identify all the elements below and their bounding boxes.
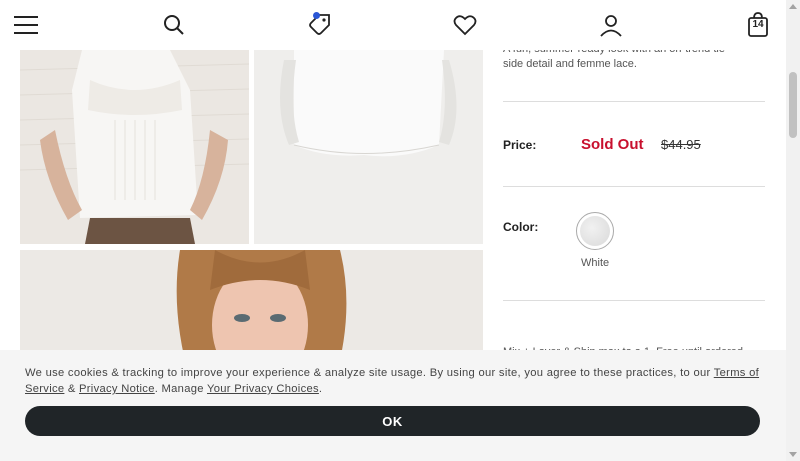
- period-text: .: [318, 383, 323, 395]
- product-image-back-graphic: [20, 50, 249, 244]
- privacy-choices-link[interactable]: Your Privacy Choices: [207, 383, 319, 395]
- scroll-down-arrow-icon[interactable]: [789, 452, 797, 457]
- menu-icon[interactable]: [13, 12, 39, 38]
- manage-text: . Manage: [154, 383, 204, 395]
- product-image-back[interactable]: [20, 50, 249, 244]
- scrollbar-thumb[interactable]: [789, 72, 797, 138]
- bag-count: 14: [752, 19, 764, 30]
- heart-icon[interactable]: [452, 12, 478, 38]
- divider: [503, 186, 765, 187]
- color-label: Color:: [503, 220, 539, 234]
- price-label: Price:: [503, 138, 537, 152]
- cookie-banner: We use cookies & tracking to improve you…: [0, 350, 786, 461]
- account-icon[interactable]: [598, 12, 624, 38]
- sold-out-status: Sold Out: [581, 136, 644, 153]
- divider: [503, 101, 765, 102]
- product-image-flat[interactable]: [254, 50, 483, 244]
- color-swatch-white[interactable]: [576, 212, 614, 250]
- top-nav: 14: [0, 0, 786, 50]
- cookie-text: We use cookies & tracking to improve you…: [25, 367, 711, 379]
- description-line-2: side detail and femme lace.: [503, 58, 637, 70]
- ok-button[interactable]: OK: [25, 406, 760, 436]
- product-image-flat-graphic: [254, 50, 483, 244]
- offers-notification-dot: [313, 12, 320, 19]
- privacy-notice-link[interactable]: Privacy Notice: [79, 383, 155, 395]
- amp-text: &: [67, 383, 76, 395]
- divider: [503, 300, 765, 301]
- scroll-up-arrow-icon[interactable]: [789, 4, 797, 9]
- cookie-message: We use cookies & tracking to improve you…: [25, 365, 765, 397]
- scrollbar[interactable]: [786, 0, 800, 461]
- color-value: White: [581, 257, 610, 269]
- search-icon[interactable]: [161, 12, 187, 38]
- original-price: $44.95: [661, 137, 701, 152]
- swatch-fill: [580, 216, 610, 246]
